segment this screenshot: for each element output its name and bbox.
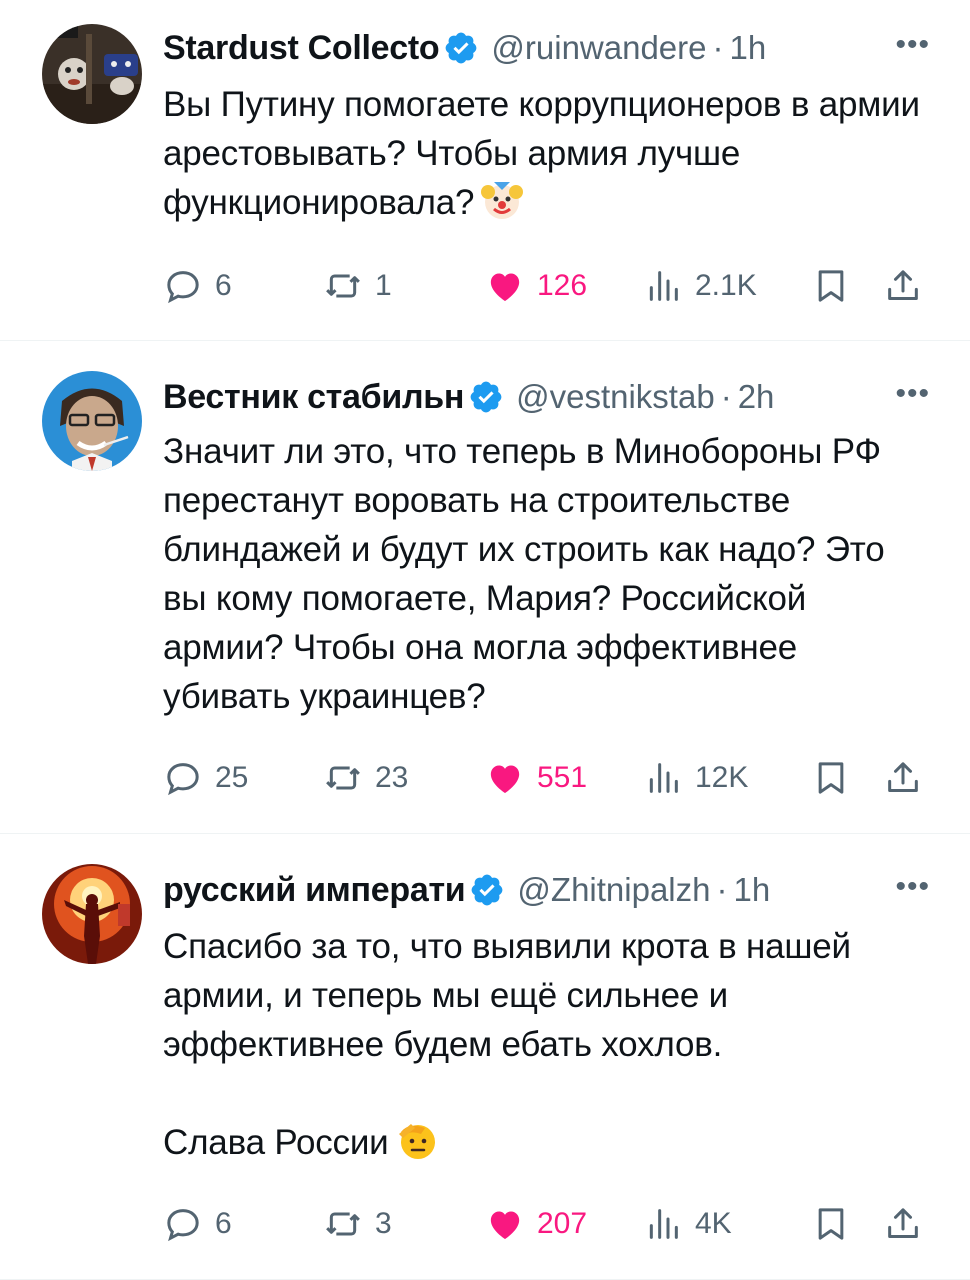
avatar-image [42,24,142,124]
display-name[interactable]: русский императи [163,871,465,910]
repost-arrows-icon [326,766,360,790]
saluting-face-emoji [398,1124,435,1159]
tweet-text: Спасибо за то, что выявили крота в нашей… [163,922,933,1167]
tweet-header: русский императи @Zhitnipalzh · 1h ••• [163,866,930,914]
bookmark-icon [818,270,844,302]
repost-button[interactable]: 3 [323,1202,392,1246]
like-count: 551 [537,761,588,794]
reply-count: 6 [215,1207,232,1240]
share-upload-icon [888,1208,918,1238]
timestamp[interactable]: 1h [730,29,767,67]
view-count: 12K [695,761,749,794]
share-upload-icon [888,270,918,300]
share-button[interactable] [883,1202,923,1246]
tweet-paragraph: Слава России [163,1123,389,1162]
more-dots-icon[interactable]: ••• [895,377,930,411]
like-count: 207 [537,1207,588,1240]
heart-filled-icon [490,1211,520,1239]
repost-arrows-icon [326,274,360,298]
handle[interactable]: @vestnikstab [516,378,715,416]
display-name[interactable]: Stardust Collecto [163,29,439,68]
speech-bubble-icon [167,271,199,304]
reply-button[interactable]: 6 [163,1202,232,1246]
bookmark-button[interactable] [811,756,851,800]
clown-face-emoji [481,182,524,219]
speech-bubble-icon [167,763,199,796]
tweet-text: Вы Путину помогаете коррупционеров в арм… [163,80,933,227]
share-upload-icon [888,762,918,792]
verified-badge-icon [472,874,503,906]
speech-bubble-icon [167,1209,199,1242]
bar-chart-icon [649,1209,678,1239]
tweet-text: Значит ли это, что теперь в Минобороны Р… [163,427,933,721]
views-button[interactable]: 4K [643,1202,732,1246]
heart-filled-icon [490,273,520,301]
tweet[interactable]: Stardust Collecto @ruinwandere · 1h ••• … [0,0,970,340]
tweet-header: Stardust Collecto @ruinwandere · 1h ••• [163,24,930,72]
share-button[interactable] [883,264,923,308]
tweet-paragraph: Спасибо за то, что выявили крота в нашей… [163,927,851,1064]
bookmark-button[interactable] [811,264,851,308]
tweet-paragraph: Значит ли это, что теперь в Минобороны Р… [163,432,885,716]
verified-badge-icon [470,381,502,413]
views-button[interactable]: 2.1K [643,264,757,308]
repost-count: 23 [375,761,409,794]
bar-chart-icon [649,271,678,301]
avatar[interactable] [42,864,142,964]
like-button[interactable]: 126 [485,264,587,308]
verified-badge-icon [446,32,477,64]
action-bar: 6 1 126 2.1K [163,264,928,308]
timestamp[interactable]: 2h [738,378,775,416]
bar-chart-icon [649,763,678,793]
action-bar: 6 3 207 4K [163,1202,928,1246]
bookmark-button[interactable] [811,1202,851,1246]
tweet[interactable]: Вестник стабильн @vestnikstab · 2h ••• З… [0,341,970,833]
heart-filled-icon [490,765,520,793]
repost-count: 3 [375,1207,392,1240]
repost-button[interactable]: 1 [323,264,392,308]
tweet[interactable]: русский императи @Zhitnipalzh · 1h ••• С… [0,834,970,1280]
repost-arrows-icon [326,1212,360,1236]
avatar[interactable] [42,371,142,471]
separator: · [720,378,732,415]
display-name[interactable]: Вестник стабильн [163,378,464,417]
repost-count: 1 [375,269,392,302]
action-bar: 25 23 551 12K [163,756,928,800]
tweet-header: Вестник стабильн @vestnikstab · 2h ••• [163,373,930,421]
avatar-image [42,864,142,964]
more-dots-icon[interactable]: ••• [895,870,930,904]
bookmark-icon [818,1208,844,1240]
reply-button[interactable]: 6 [163,264,232,308]
repost-button[interactable]: 23 [323,756,408,800]
like-button[interactable]: 207 [485,1202,587,1246]
more-dots-icon[interactable]: ••• [895,28,930,62]
handle[interactable]: @Zhitnipalzh [517,871,710,909]
view-count: 4K [695,1207,732,1240]
view-count: 2.1K [695,269,757,302]
tweet-paragraph: Вы Путину помогаете коррупционеров в арм… [163,85,920,222]
separator: · [716,871,728,908]
reply-button[interactable]: 25 [163,756,248,800]
reply-count: 6 [215,269,232,302]
share-button[interactable] [883,756,923,800]
bookmark-icon [818,762,844,794]
reply-count: 25 [215,761,249,794]
avatar[interactable] [42,24,142,124]
views-button[interactable]: 12K [643,756,748,800]
handle[interactable]: @ruinwandere [491,29,706,67]
separator: · [712,29,724,66]
like-count: 126 [537,269,588,302]
like-button[interactable]: 551 [485,756,587,800]
timestamp[interactable]: 1h [734,871,771,909]
avatar-image [42,371,142,471]
